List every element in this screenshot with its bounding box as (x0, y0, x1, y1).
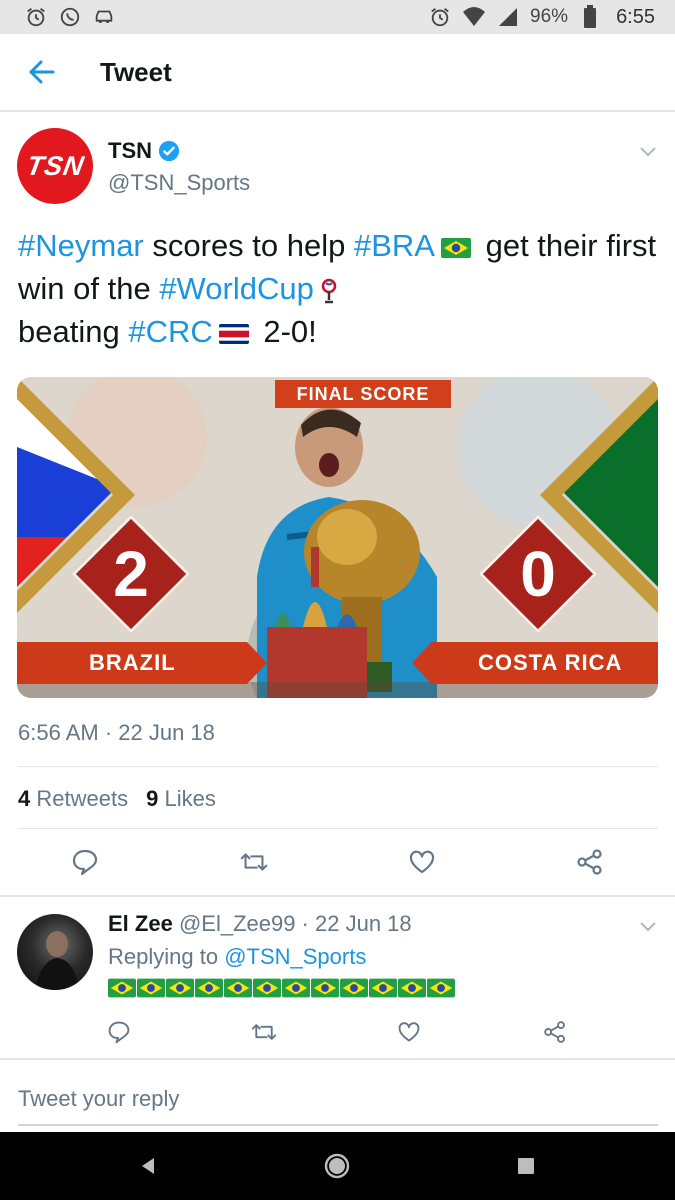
avatar-logo-text: TSN (23, 150, 87, 181)
section-divider (0, 895, 675, 897)
retweet-button[interactable] (239, 847, 269, 877)
alarm-icon (428, 5, 452, 29)
hashtag-bra[interactable]: #BRA (354, 228, 435, 263)
chevron-down-icon[interactable] (637, 915, 659, 937)
tweet-media-image[interactable]: FINAL SCORE 2 0 BRAZIL COSTA RICA (17, 377, 658, 698)
main-tweet: TSN TSN @TSN_Sports #Neymar scores to he… (0, 112, 675, 876)
clock: 6:55 (616, 5, 655, 28)
home-score: 2 (113, 538, 149, 610)
tweet-author[interactable]: TSN TSN @TSN_Sports (0, 112, 675, 212)
square-recents-icon (518, 1158, 534, 1174)
author-name[interactable]: TSN (108, 138, 180, 164)
verified-badge-icon (158, 140, 180, 162)
reply-button[interactable] (104, 1017, 134, 1047)
brazil-flag-icon (440, 237, 471, 258)
arrow-left-icon (29, 60, 55, 84)
brazil-flag-icon (340, 978, 368, 998)
page-title: Tweet (100, 56, 172, 87)
car-icon (92, 5, 116, 29)
person-silhouette (35, 931, 79, 990)
retweet-icon (251, 1024, 277, 1040)
home-team-bar: BRAZIL (17, 642, 267, 684)
retweet-icon (240, 853, 268, 871)
reply-author-name[interactable]: El Zee (108, 911, 173, 936)
replying-to-handle[interactable]: @TSN_Sports (224, 944, 366, 969)
retweets-count[interactable]: 4 Retweets (18, 786, 128, 812)
divider (18, 766, 658, 767)
reply-icon (108, 1021, 130, 1044)
whatsapp-icon (58, 5, 82, 29)
nav-back-button[interactable] (132, 1150, 164, 1182)
heart-icon (409, 850, 435, 874)
brazil-flag-icon (253, 978, 281, 998)
status-bar: 96% 6:55 (0, 0, 675, 34)
triangle-back-icon (142, 1158, 154, 1174)
alarm-icon (24, 5, 48, 29)
costa-rica-flag-icon (218, 323, 249, 344)
heart-icon (398, 1022, 420, 1042)
reply-avatar[interactable] (17, 914, 93, 990)
tweet-text: #Neymar scores to help #BRA get their fi… (18, 224, 658, 353)
replying-to: Replying to @TSN_Sports (108, 944, 367, 969)
final-score-banner: FINAL SCORE (275, 380, 451, 408)
circle-home-icon (324, 1153, 350, 1179)
signal-icon (496, 5, 520, 29)
reply-input[interactable]: Tweet your reply (18, 1086, 179, 1112)
reply-icon (72, 849, 98, 876)
brazil-flag-icon (282, 978, 310, 998)
hashtag-neymar[interactable]: #Neymar (18, 228, 144, 263)
home-team-name: BRAZIL (89, 650, 176, 675)
chevron-down-icon[interactable] (637, 140, 659, 162)
brazil-flag-icon (108, 978, 136, 998)
away-score: 0 (520, 538, 556, 610)
avatar[interactable]: TSN (17, 128, 93, 204)
input-underline (18, 1124, 658, 1126)
brazil-flag-icon (311, 978, 339, 998)
brazil-flag-icon (195, 978, 223, 998)
brazil-flag-icon (398, 978, 426, 998)
brazil-flag-icon (369, 978, 397, 998)
hashtag-worldcup[interactable]: #WorldCup (159, 271, 314, 306)
away-team-bar: COSTA RICA (412, 642, 658, 684)
reply-header: El Zee @El_Zee99 · 22 Jun 18 (108, 911, 412, 937)
like-button[interactable] (407, 847, 437, 877)
reply-button[interactable] (70, 847, 100, 877)
tweet-timestamp: 6:56 AM · 22 Jun 18 (18, 720, 215, 745)
divider (18, 828, 658, 829)
share-button[interactable] (575, 847, 605, 877)
away-team-name: COSTA RICA (478, 650, 623, 675)
reply-compose[interactable]: Tweet your reply (0, 1066, 675, 1132)
battery-percent: 96% (530, 6, 569, 27)
likes-count[interactable]: 9 Likes (146, 786, 216, 812)
back-button[interactable] (0, 33, 84, 111)
battery-icon (578, 5, 602, 29)
share-button[interactable] (540, 1017, 570, 1047)
nav-home-button[interactable] (321, 1150, 353, 1182)
world-cup-trophy-icon (321, 278, 337, 304)
system-nav-bar (0, 1132, 675, 1200)
nav-recents-button[interactable] (510, 1150, 542, 1182)
author-handle[interactable]: @TSN_Sports (108, 170, 250, 196)
share-icon (577, 849, 602, 875)
section-divider (0, 1058, 675, 1060)
tweet-text-part: 2-0! (254, 314, 317, 349)
like-button[interactable] (394, 1017, 424, 1047)
retweet-button[interactable] (249, 1017, 279, 1047)
tweet-text-part: scores to help (143, 228, 354, 263)
screen: 96% 6:55 Tweet TSN TSN @TSN_Sports #Neym… (0, 0, 675, 1200)
hashtag-crc[interactable]: #CRC (128, 314, 212, 349)
wifi-icon (462, 5, 486, 29)
share-icon (544, 1021, 565, 1043)
brazil-flag-icon (166, 978, 194, 998)
tweet-stats: 4 Retweets 9 Likes (18, 786, 216, 812)
brazil-flag-icon (427, 978, 455, 998)
tweet-text-part: beating (18, 314, 129, 349)
brazil-flag-icon (224, 978, 252, 998)
reply-text (108, 978, 455, 998)
brazil-flag-icon (137, 978, 165, 998)
app-bar: Tweet (0, 34, 675, 112)
author-name-text: TSN (108, 138, 152, 163)
reply-handle-date[interactable]: @El_Zee99 · 22 Jun 18 (179, 911, 412, 936)
